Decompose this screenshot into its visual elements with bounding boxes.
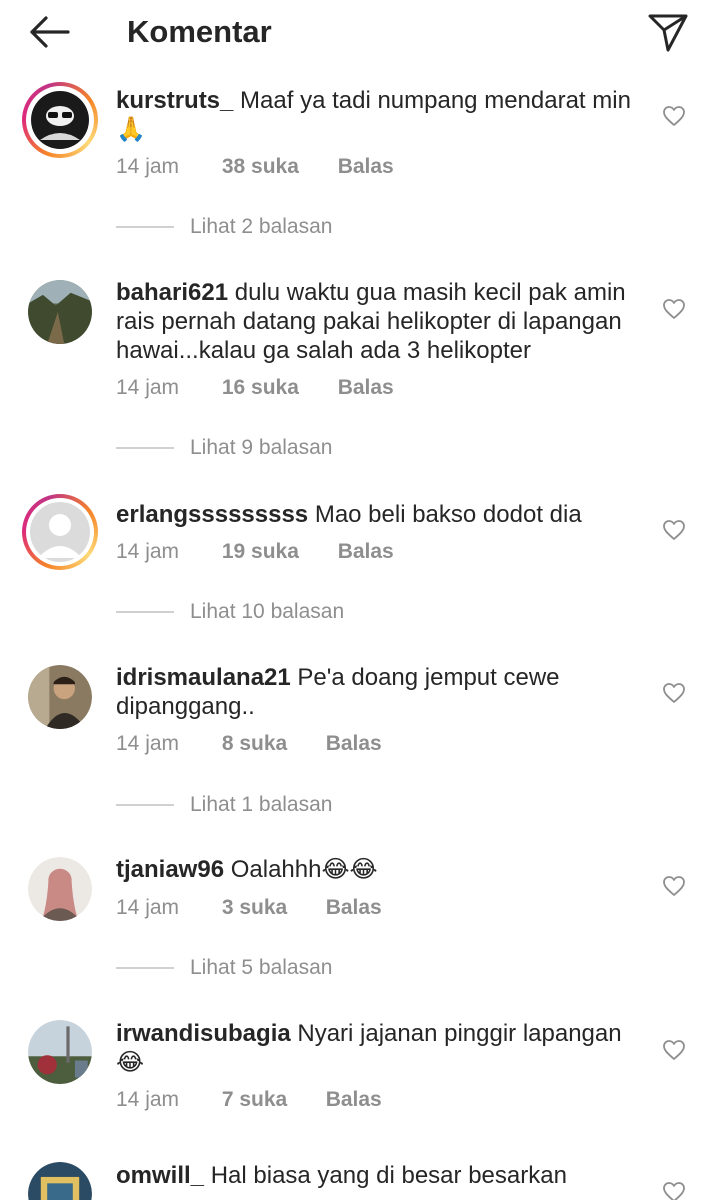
comment-meta: 14 jam 19 suka Balas [116,539,394,565]
comment-likes[interactable]: 16 suka [222,375,332,401]
reply-button[interactable]: Balas [338,375,394,401]
heart-icon[interactable] [662,1038,686,1062]
reply-button[interactable]: Balas [326,895,382,921]
heart-icon[interactable] [662,1180,686,1200]
paper-plane-icon [648,14,688,52]
comment-likes[interactable]: 38 suka [222,154,332,180]
heart-icon[interactable] [662,518,686,542]
view-replies-button[interactable]: Lihat 1 balasan [116,792,332,818]
heart-icon[interactable] [662,297,686,321]
comment-time: 14 jam [116,376,180,399]
comment-time: 14 jam [116,1088,180,1111]
avatar[interactable] [28,665,92,729]
comment-meta: 14 jam 7 suka Balas [116,1087,382,1113]
comment-username[interactable]: erlangsssssssss [116,501,308,528]
comment-likes[interactable]: 3 suka [222,895,320,921]
avatar[interactable] [22,494,98,570]
reply-button[interactable]: Balas [326,1087,382,1113]
comment-username[interactable]: idrismaulana21 [116,664,291,691]
comment-meta: 14 jam 16 suka Balas [116,375,394,401]
divider-line [116,226,174,228]
reply-button[interactable]: Balas [338,154,394,180]
comment-text: erlangsssssssss Mao beli bakso dodot dia [116,500,646,529]
comment-text: bahari621 dulu waktu gua masih kecil pak… [116,278,646,365]
view-replies-button[interactable]: Lihat 2 balasan [116,214,332,240]
comment-meta: 14 jam 38 suka Balas [116,154,394,180]
page-title: Komentar [127,14,272,49]
divider-line [116,447,174,449]
heart-icon[interactable] [662,681,686,705]
view-replies-label: Lihat 5 balasan [190,956,333,979]
comment-username[interactable]: bahari621 [116,279,228,306]
view-replies-label: Lihat 10 balasan [190,600,345,623]
comment-text: idrismaulana21 Pe'a doang jemput cewe di… [116,663,646,721]
avatar[interactable] [22,82,98,158]
view-replies-button[interactable]: Lihat 5 balasan [116,955,332,981]
comment-body: Oalahhh😂😂 [230,856,378,883]
view-replies-label: Lihat 1 balasan [190,793,333,816]
reply-button[interactable]: Balas [326,731,382,757]
view-replies-label: Lihat 9 balasan [190,436,333,459]
comment-time: 14 jam [116,896,180,919]
comment-username[interactable]: tjaniaw96 [116,856,224,883]
comment-username[interactable]: omwill_ [116,1162,204,1189]
comment-username[interactable]: irwandisubagia [116,1020,291,1047]
heart-icon[interactable] [662,874,686,898]
comment-likes[interactable]: 8 suka [222,731,320,757]
comment-meta: 14 jam 3 suka Balas [116,895,382,921]
divider-line [116,611,174,613]
comment-text: tjaniaw96 Oalahhh😂😂 [116,855,646,884]
divider-line [116,967,174,969]
comment-text: omwill_ Hal biasa yang di besar besarkan [116,1161,646,1190]
comment-likes[interactable]: 19 suka [222,539,332,565]
reply-button[interactable]: Balas [338,539,394,565]
share-button[interactable] [646,10,690,54]
comment-text: irwandisubagia Nyari jajanan pinggir lap… [116,1019,646,1077]
avatar[interactable] [28,1020,92,1084]
divider-line [116,804,174,806]
view-replies-button[interactable]: Lihat 10 balasan [116,599,344,625]
comment-time: 14 jam [116,540,180,563]
top-bar: Komentar [0,0,724,64]
view-replies-label: Lihat 2 balasan [190,215,333,238]
comment-username[interactable]: kurstruts_ [116,87,233,114]
comment-body: Mao beli bakso dodot dia [314,501,582,528]
avatar[interactable] [28,857,92,921]
comment-likes[interactable]: 7 suka [222,1087,320,1113]
avatar[interactable] [28,280,92,344]
arrow-left-icon [30,16,70,48]
heart-icon[interactable] [662,104,686,128]
comment-text: kurstruts_ Maaf ya tadi numpang mendarat… [116,86,646,144]
comment-body: Hal biasa yang di besar besarkan [210,1162,567,1189]
back-button[interactable] [26,12,72,52]
avatar[interactable] [28,1162,92,1200]
comment-time: 14 jam [116,155,180,178]
comment-time: 14 jam [116,732,180,755]
comment-meta: 14 jam 8 suka Balas [116,731,382,757]
view-replies-button[interactable]: Lihat 9 balasan [116,435,332,461]
